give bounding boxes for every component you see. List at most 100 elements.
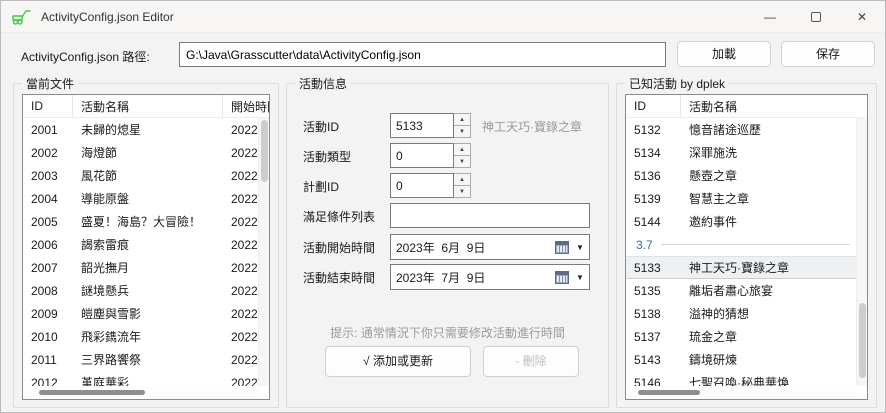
schedule-id-spinner[interactable]: 0 ▲ ▼ (390, 173, 471, 198)
table-row[interactable]: 5137琉金之章 (626, 325, 856, 348)
table-row[interactable]: 2009皚塵與雪影2022 (23, 302, 258, 325)
table-cell: 2005 (23, 215, 73, 229)
table-cell: 三界路饗祭 (73, 351, 223, 368)
activity-type-spinner[interactable]: 0 ▲ ▼ (390, 143, 471, 168)
chevron-down-icon[interactable]: ▼ (573, 273, 587, 282)
current-file-group: 當前文件 ID 活動名稱 開始時間 2001未歸的熄星20222002海燈節20… (13, 83, 279, 408)
activity-type-value[interactable]: 0 (390, 143, 454, 168)
activity-id-spinner[interactable]: 5133 ▲ ▼ (390, 113, 471, 138)
table-row[interactable]: 2001未歸的熄星2022 (23, 118, 258, 141)
table-row[interactable]: 2004導能原盤2022 (23, 187, 258, 210)
activity-id-value[interactable]: 5133 (390, 113, 454, 138)
table-cell: 懸壺之章 (681, 167, 856, 184)
spin-up-icon[interactable]: ▲ (454, 143, 471, 156)
table-cell: 2022 (223, 146, 258, 160)
version-section-divider: 3.7 (626, 233, 856, 256)
vertical-scrollbar[interactable] (258, 118, 269, 386)
table-row[interactable]: 2002海燈節2022 (23, 141, 258, 164)
column-header-id[interactable]: ID (23, 95, 73, 117)
activity-id-annotation: 神工天巧·寶錄之章 (482, 118, 582, 135)
delete-button[interactable]: - 刪除 (483, 346, 579, 377)
table-cell: 5143 (626, 353, 681, 367)
table-row[interactable]: 2010飛彩鐫流年2022 (23, 325, 258, 348)
table-cell: 未歸的熄星 (73, 121, 223, 138)
save-button[interactable]: 保存 (781, 41, 875, 67)
known-activities-table[interactable]: ID 活動名稱 5132憶音諸途巡歷5134深罪施洗5136懸壺之章5139智慧… (625, 94, 868, 400)
table-cell: 2006 (23, 238, 73, 252)
column-header-name[interactable]: 活動名稱 (73, 95, 223, 117)
chevron-down-icon[interactable]: ▼ (573, 243, 587, 252)
table-header[interactable]: ID 活動名稱 (626, 95, 867, 118)
table-row[interactable]: 2005盛夏！海島？大冒險！2022 (23, 210, 258, 233)
end-time-picker[interactable]: 2023年 7月 9日 ▼ (390, 264, 590, 290)
scrollbar-thumb[interactable] (39, 390, 145, 395)
table-cell: 2022 (223, 261, 258, 275)
column-header-id[interactable]: ID (626, 95, 681, 117)
spin-down-icon[interactable]: ▼ (454, 156, 471, 168)
spin-up-icon[interactable]: ▲ (454, 173, 471, 186)
column-header-name[interactable]: 活動名稱 (681, 95, 867, 117)
path-input[interactable] (179, 42, 666, 67)
table-cell: 2022 (223, 215, 258, 229)
table-row-selected[interactable]: 5133神工天巧·寶錄之章 (626, 256, 856, 279)
start-time-picker[interactable]: 2023年 6月 9日 ▼ (390, 234, 590, 260)
table-row[interactable]: 5143鑄境研煉 (626, 348, 856, 371)
table-row[interactable]: 2003風花節2022 (23, 164, 258, 187)
table-row[interactable]: 2007韶光撫月2022 (23, 256, 258, 279)
table-cell: 5138 (626, 307, 681, 321)
table-cell: 2001 (23, 123, 73, 137)
vertical-scrollbar[interactable] (856, 118, 867, 386)
table-row[interactable]: 5132憶音諸途巡歷 (626, 118, 856, 141)
window-title: ActivityConfig.json Editor (41, 10, 174, 24)
table-cell: 飛彩鐫流年 (73, 328, 223, 345)
table-cell: 琉金之章 (681, 328, 856, 345)
table-row[interactable]: 5146七聖召喚·秘典華煥 (626, 371, 856, 386)
table-row[interactable]: 2012堇庭華彩2022 (23, 371, 258, 386)
table-row[interactable]: 5136懸壺之章 (626, 164, 856, 187)
scrollbar-thumb[interactable] (859, 303, 866, 378)
table-row[interactable]: 2011三界路饗祭2022 (23, 348, 258, 371)
schedule-id-value[interactable]: 0 (390, 173, 454, 198)
table-cell: 導能原盤 (73, 190, 223, 207)
close-button[interactable]: ✕ (839, 1, 885, 33)
minimize-button[interactable]: — (747, 1, 793, 33)
table-row[interactable]: 2008謎境懸兵2022 (23, 279, 258, 302)
current-file-table[interactable]: ID 活動名稱 開始時間 2001未歸的熄星20222002海燈節2022200… (22, 94, 270, 400)
spin-down-icon[interactable]: ▼ (454, 126, 471, 138)
known-activities-group: 已知活動 by dplek ID 活動名稱 5132憶音諸途巡歷5134深罪施洗… (616, 83, 877, 408)
current-file-title: 當前文件 (22, 75, 78, 92)
horizontal-scrollbar[interactable] (626, 386, 856, 399)
add-or-update-button[interactable]: √ 添加或更新 (325, 346, 471, 377)
table-row[interactable]: 5139智慧主之章 (626, 187, 856, 210)
activity-id-label: 活動ID (303, 118, 339, 135)
table-cell: 2010 (23, 330, 73, 344)
table-cell: 2009 (23, 307, 73, 321)
table-cell: 2022 (223, 376, 258, 387)
table-row[interactable]: 5134深罪施洗 (626, 141, 856, 164)
maximize-button[interactable] (793, 1, 839, 33)
horizontal-scrollbar[interactable] (23, 386, 258, 399)
table-cell: 謁索雷痕 (73, 236, 223, 253)
table-row[interactable]: 5135離垢者肅心旅宴 (626, 279, 856, 302)
scrollbar-thumb[interactable] (638, 390, 700, 395)
load-button[interactable]: 加載 (677, 41, 771, 67)
condition-list-input[interactable] (390, 203, 590, 228)
table-cell: 5135 (626, 284, 681, 298)
table-cell: 5134 (626, 146, 681, 160)
table-header[interactable]: ID 活動名稱 開始時間 (23, 95, 269, 118)
spin-down-icon[interactable]: ▼ (454, 186, 471, 198)
table-cell: 鑄境研煉 (681, 351, 856, 368)
table-row[interactable]: 2006謁索雷痕2022 (23, 233, 258, 256)
table-cell: 堇庭華彩 (73, 374, 223, 386)
table-row[interactable]: 5144邀約事件 (626, 210, 856, 233)
schedule-id-label: 計劃ID (303, 178, 339, 195)
calendar-icon[interactable] (555, 271, 569, 284)
start-time-value: 2023年 6月 9日 (391, 239, 555, 256)
table-cell: 2008 (23, 284, 73, 298)
table-cell: 5132 (626, 123, 681, 137)
calendar-icon[interactable] (555, 241, 569, 254)
spin-up-icon[interactable]: ▲ (454, 113, 471, 126)
table-row[interactable]: 5138溢神的猜想 (626, 302, 856, 325)
scrollbar-thumb[interactable] (261, 120, 268, 182)
column-header-start[interactable]: 開始時間 (223, 95, 269, 117)
